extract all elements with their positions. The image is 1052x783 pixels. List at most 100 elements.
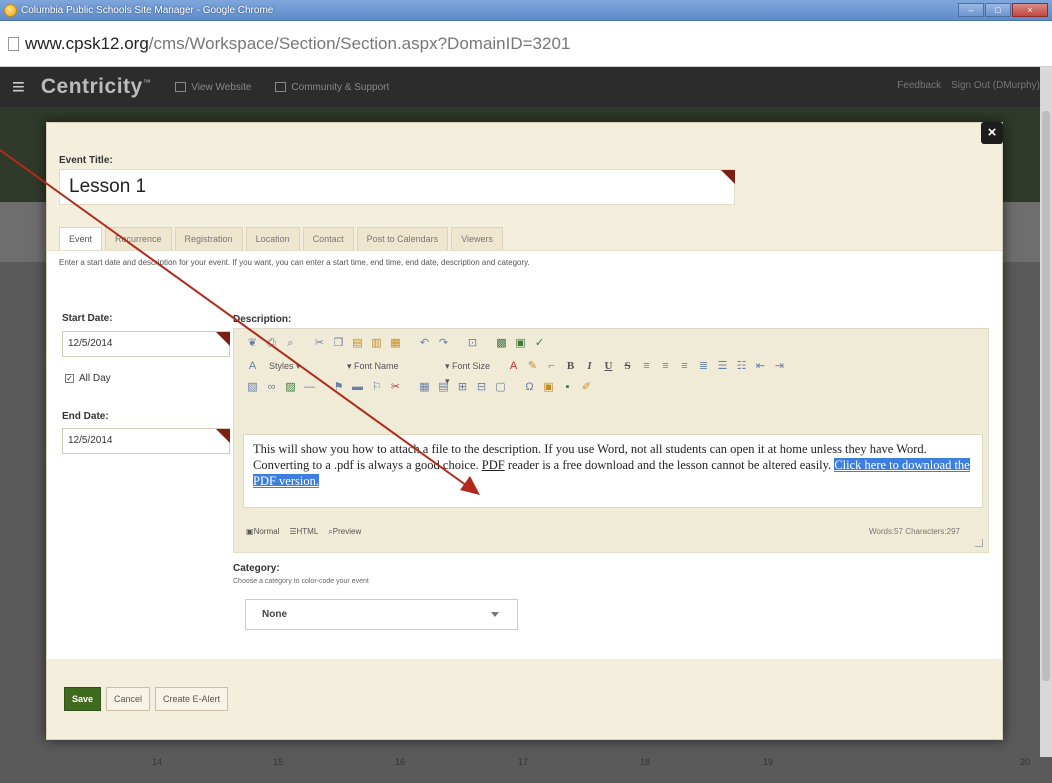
bulleted-list-icon[interactable]: ☷ xyxy=(735,360,748,373)
normal-mode-tab[interactable]: ▣Normal xyxy=(246,527,279,537)
tab-registration[interactable]: Registration xyxy=(174,227,243,250)
editor-content[interactable]: This will show you how to attach a file … xyxy=(243,434,983,508)
calendar-day: 18 xyxy=(639,757,650,767)
feedback-link[interactable]: Feedback xyxy=(897,80,941,91)
editor-toolbar-row-3: ▧ ∞ ▨ — ⚑ ▬ ⚐ ✂ ▦ ▤ ⊞ ⊟ ▢ Ω ▣ ▪ ✐ xyxy=(246,381,593,394)
community-support-link[interactable]: Community & Support xyxy=(275,82,389,93)
flash-icon[interactable]: ⚑ xyxy=(332,381,345,394)
check-icon[interactable]: ✓ xyxy=(533,337,546,350)
pen-icon[interactable]: ✐ xyxy=(580,381,593,394)
view-website-link[interactable]: View Website xyxy=(175,82,251,93)
scrollbar-thumb[interactable] xyxy=(1042,111,1050,681)
indent-icon[interactable]: ⇥ xyxy=(773,360,786,373)
justify-icon[interactable]: ≣ xyxy=(697,360,710,373)
special-character-icon[interactable]: Ω xyxy=(523,381,536,394)
checkbox-checked-icon[interactable]: ✓ xyxy=(65,374,74,383)
save-button[interactable]: Save xyxy=(64,687,102,711)
editor-toolbar-row-1: ❦ ⎙ ⌕ ✂ ❐ ▤ ▥ ▦ ↶ ↷ ⊡ ▩ ▣ ✓ xyxy=(246,337,546,350)
format-painter-icon[interactable]: ⌐ xyxy=(545,360,558,373)
minimize-icon[interactable]: – xyxy=(958,3,984,17)
embed-icon[interactable]: ▪ xyxy=(561,381,574,394)
preview-mode-tab[interactable]: ⌕Preview xyxy=(328,527,361,537)
paste-icon[interactable]: ▤ xyxy=(351,337,364,350)
html-mode-tab[interactable]: ☰HTML xyxy=(289,527,318,537)
editor-toolbar-row-2: A Styles ▾ ▾ Font Name ▾ Font Size ▾ A ✎… xyxy=(246,359,786,386)
end-date-input[interactable]: 12/5/2014 xyxy=(62,428,230,454)
table-icon[interactable]: ▦ xyxy=(418,381,431,394)
required-flag-icon xyxy=(216,332,230,346)
hyperlink-icon[interactable]: ∞ xyxy=(265,381,278,394)
font-name-dropdown[interactable]: ▾ Font Name xyxy=(343,359,435,374)
insert-document-icon[interactable]: ▨ xyxy=(284,381,297,394)
spellcheck-icon[interactable]: ❦ xyxy=(246,337,259,350)
close-dialog-button[interactable]: × xyxy=(981,122,1003,144)
calendar-day: 20 xyxy=(1019,757,1030,767)
insert-image-icon[interactable]: ▧ xyxy=(246,381,259,394)
cut-icon[interactable]: ✂ xyxy=(313,337,326,350)
paste-text-icon[interactable]: ▦ xyxy=(389,337,402,350)
sign-out-link[interactable]: Sign Out (DMurphy) xyxy=(951,80,1040,91)
widget-icon[interactable]: ▣ xyxy=(542,381,555,394)
tab-location[interactable]: Location xyxy=(245,227,300,250)
html-mode-label: HTML xyxy=(296,527,319,536)
insert-column-icon[interactable]: ⊟ xyxy=(475,381,488,394)
menu-icon[interactable]: ≡ xyxy=(12,74,25,100)
tab-post-to-calendars[interactable]: Post to Calendars xyxy=(356,227,449,250)
tab-viewers[interactable]: Viewers xyxy=(451,227,504,250)
unlink-icon[interactable]: ✂ xyxy=(389,381,402,394)
paste-word-icon[interactable]: ▥ xyxy=(370,337,383,350)
align-center-icon[interactable]: ≡ xyxy=(659,360,672,373)
bookmark-icon[interactable]: ⚐ xyxy=(370,381,383,394)
cancel-button[interactable]: Cancel xyxy=(106,687,151,711)
image-manager-icon[interactable]: ▩ xyxy=(495,337,508,350)
font-size-dropdown[interactable]: ▾ Font Size ▾ xyxy=(441,359,501,386)
undo-icon[interactable]: ↶ xyxy=(418,337,431,350)
event-title-input[interactable]: Lesson 1 xyxy=(59,169,735,205)
brand-logo[interactable]: Centricity™ xyxy=(41,75,151,99)
styles-dropdown[interactable]: Styles ▾ xyxy=(265,359,337,374)
align-left-icon[interactable]: ≡ xyxy=(640,360,653,373)
all-day-checkbox[interactable]: ✓ All Day xyxy=(65,373,111,384)
bold-icon[interactable]: B xyxy=(564,360,577,373)
highlight-color-icon[interactable]: ✎ xyxy=(526,360,539,373)
tab-contact[interactable]: Contact xyxy=(302,227,354,250)
redo-icon[interactable]: ↷ xyxy=(437,337,450,350)
description-label: Description: xyxy=(233,314,292,325)
table-properties-icon[interactable]: ▤ xyxy=(437,381,450,394)
close-window-icon[interactable]: × xyxy=(1012,3,1048,17)
event-tab-panel: Enter a start date and description for y… xyxy=(47,250,1002,659)
start-date-input[interactable]: 12/5/2014 xyxy=(62,331,230,357)
resize-grip-icon[interactable] xyxy=(975,539,983,547)
strikethrough-icon[interactable]: S xyxy=(621,360,634,373)
page-scrollbar[interactable] xyxy=(1040,67,1052,757)
copy-icon[interactable]: ❐ xyxy=(332,337,345,350)
numbered-list-icon[interactable]: ☰ xyxy=(716,360,729,373)
find-icon[interactable]: ⌕ xyxy=(284,337,297,350)
create-ealert-button[interactable]: Create E-Alert xyxy=(155,687,229,711)
font-color-icon[interactable]: A xyxy=(507,360,520,373)
horizontal-rule-icon[interactable]: — xyxy=(303,381,316,394)
end-date-label: End Date: xyxy=(62,411,109,422)
normal-mode-label: Normal xyxy=(253,527,280,536)
maximize-icon[interactable]: □ xyxy=(985,3,1011,17)
outdent-icon[interactable]: ⇤ xyxy=(754,360,767,373)
url-text[interactable]: www.cpsk12.org/cms/Workspace/Section/Sec… xyxy=(25,34,570,54)
font-size-label: Font Size xyxy=(452,361,491,371)
align-right-icon[interactable]: ≡ xyxy=(678,360,691,373)
pdf-word: PDF xyxy=(481,458,505,472)
cell-icon[interactable]: ▢ xyxy=(494,381,507,394)
document-manager-icon[interactable]: ▣ xyxy=(514,337,527,350)
underline-icon[interactable]: U xyxy=(602,360,615,373)
rich-text-editor: ❦ ⎙ ⌕ ✂ ❐ ▤ ▥ ▦ ↶ ↷ ⊡ ▩ ▣ ✓ A Styles ▾ ▾… xyxy=(233,328,989,553)
monitor-icon xyxy=(175,82,187,92)
brand-tm: ™ xyxy=(142,78,152,87)
italic-icon[interactable]: I xyxy=(583,360,596,373)
insert-row-icon[interactable]: ⊞ xyxy=(456,381,469,394)
address-bar[interactable]: www.cpsk12.org/cms/Workspace/Section/Sec… xyxy=(0,21,1052,67)
tab-event[interactable]: Event xyxy=(59,227,103,250)
select-all-icon[interactable]: ⊡ xyxy=(466,337,479,350)
category-select[interactable]: None xyxy=(245,599,518,630)
print-icon[interactable]: ⎙ xyxy=(265,337,278,350)
tab-recurrence[interactable]: Recurrence xyxy=(105,227,172,250)
media-icon[interactable]: ▬ xyxy=(351,381,364,394)
